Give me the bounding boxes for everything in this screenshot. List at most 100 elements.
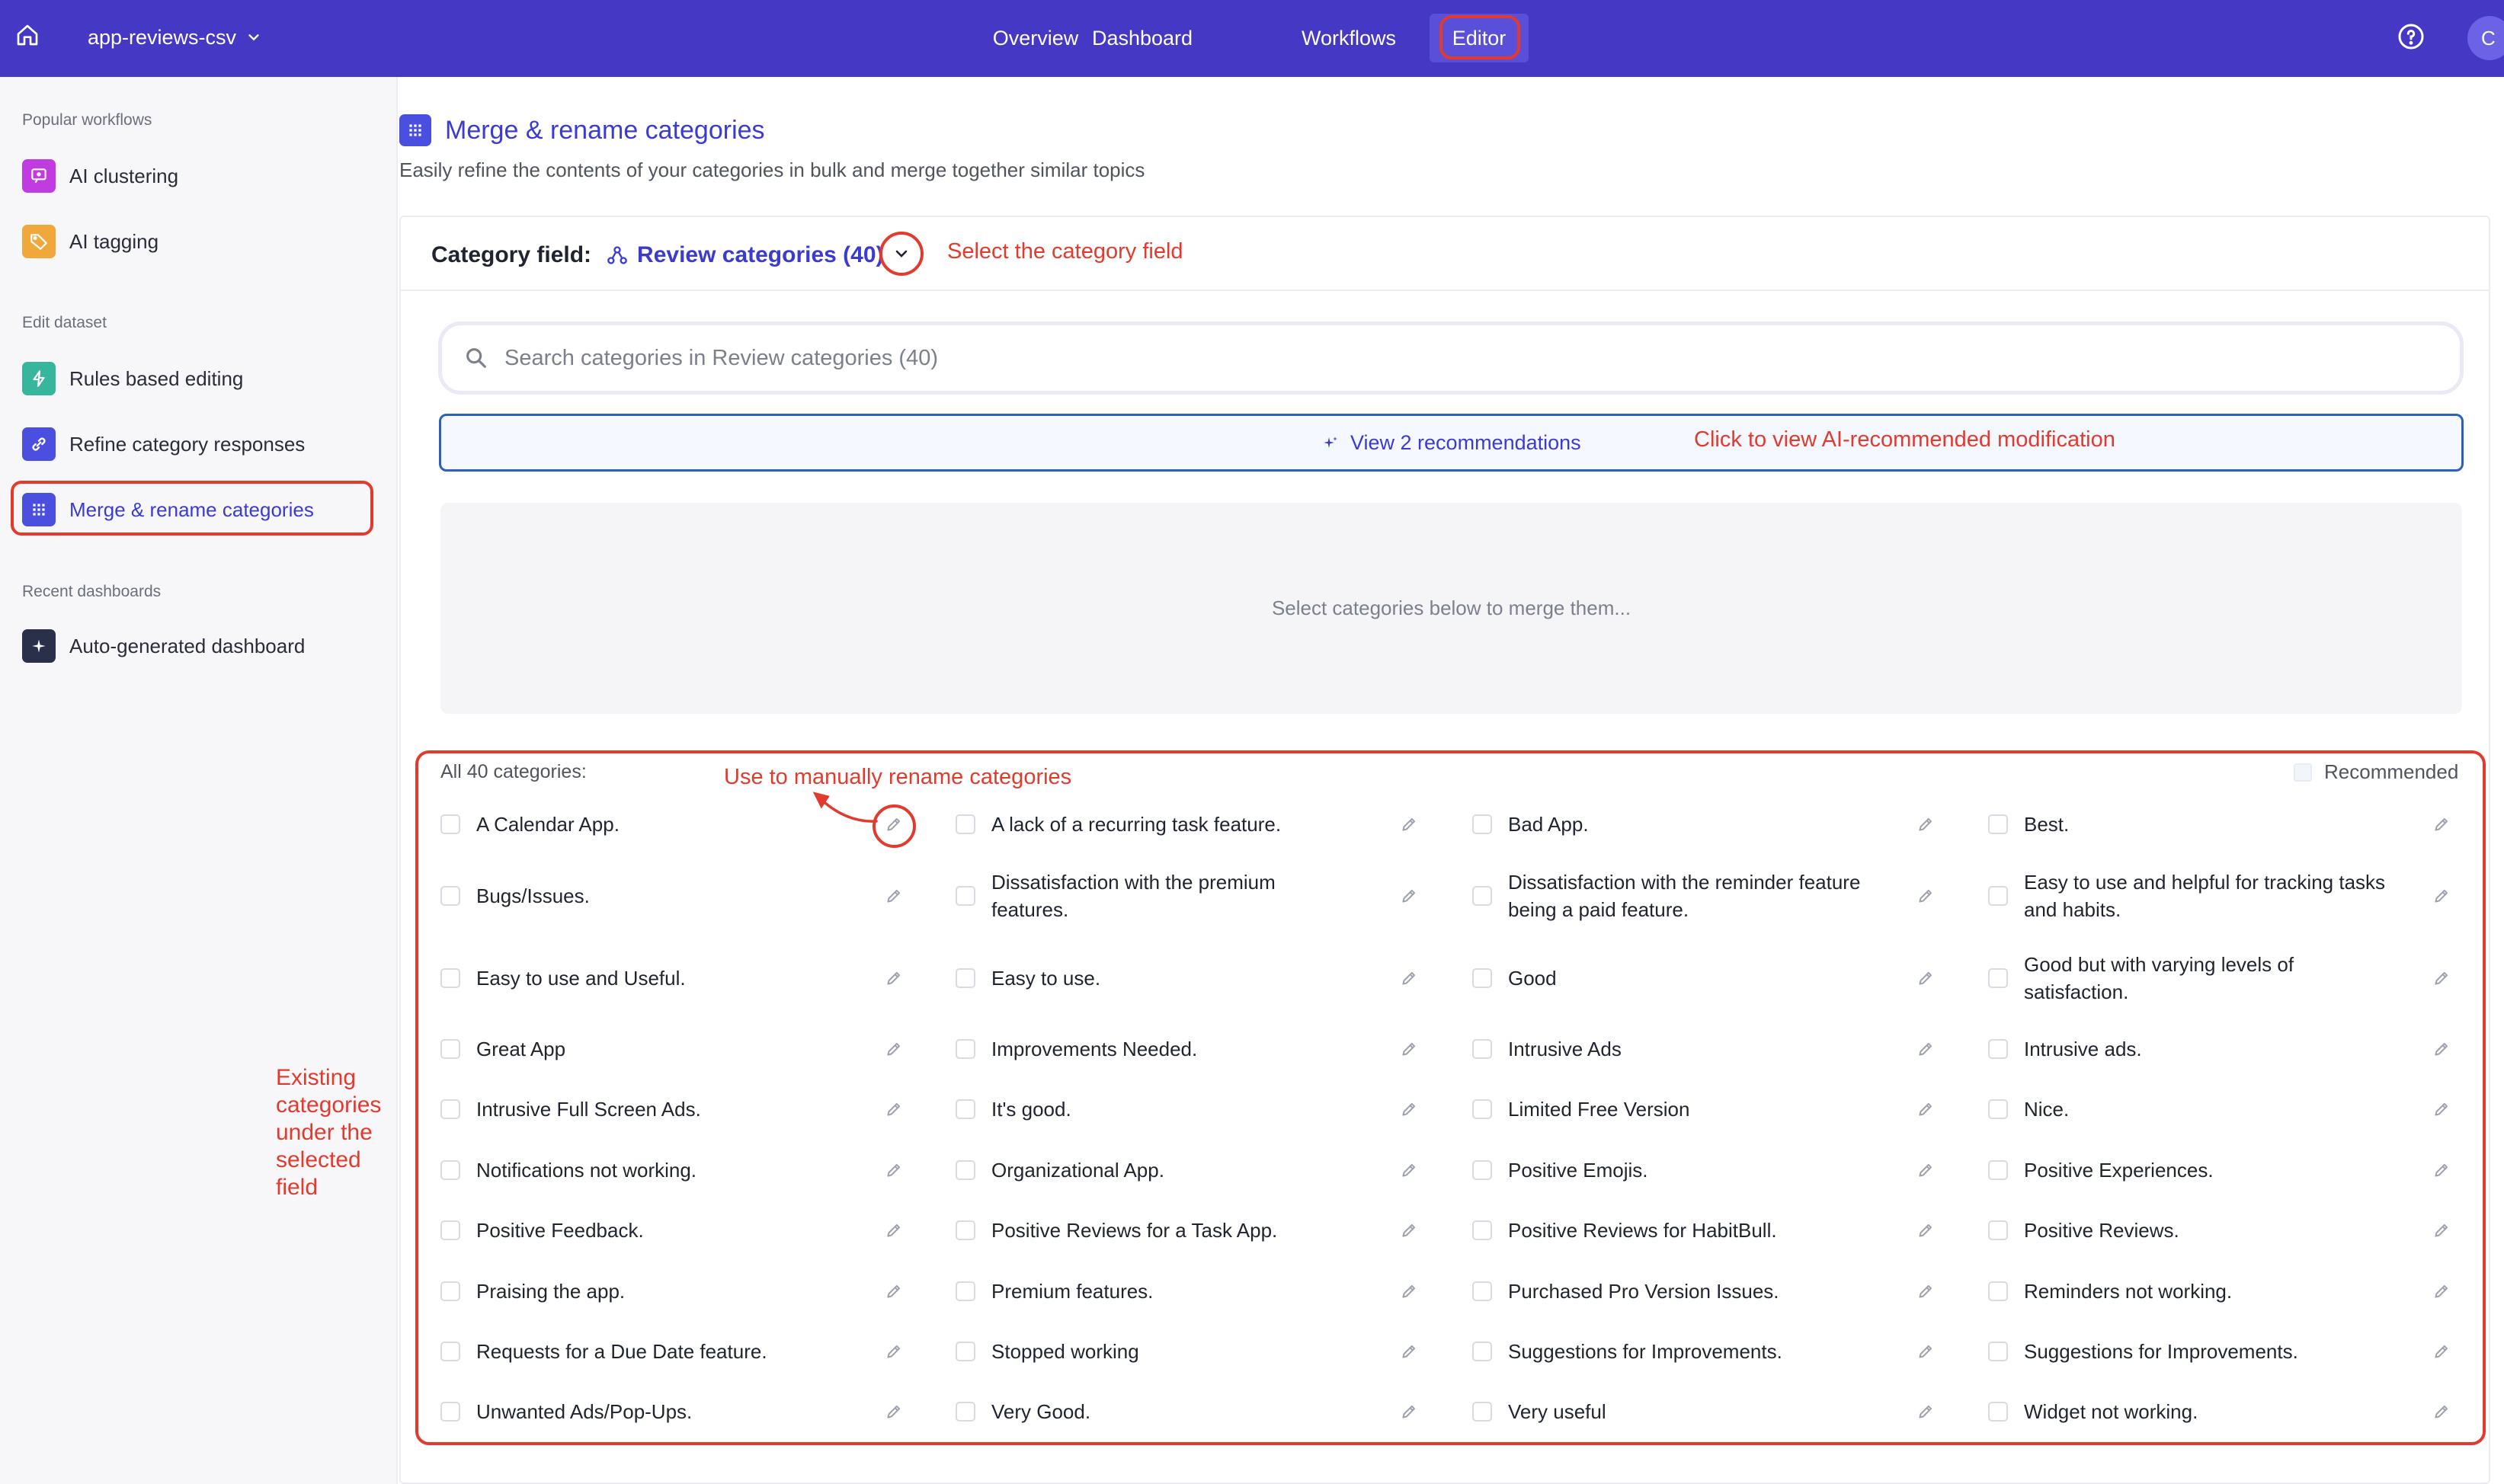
- category-checkbox[interactable]: [1988, 886, 2008, 906]
- pencil-icon[interactable]: [1399, 1342, 1419, 1361]
- pencil-icon[interactable]: [2432, 1342, 2451, 1361]
- category-checkbox[interactable]: [956, 1220, 975, 1240]
- pencil-icon[interactable]: [2432, 814, 2451, 834]
- category-checkbox[interactable]: [1988, 1039, 2008, 1059]
- pencil-icon[interactable]: [2432, 886, 2451, 906]
- pencil-icon[interactable]: [1916, 968, 1936, 988]
- pencil-icon[interactable]: [1399, 814, 1419, 834]
- pencil-icon[interactable]: [1399, 1039, 1419, 1059]
- pencil-icon[interactable]: [2432, 1099, 2451, 1119]
- pencil-icon[interactable]: [1916, 1342, 1936, 1361]
- category-field-value[interactable]: Review categories (40): [637, 242, 883, 268]
- category-checkbox[interactable]: [956, 1281, 975, 1301]
- pencil-icon[interactable]: [1399, 1099, 1419, 1119]
- category-checkbox[interactable]: [1472, 1220, 1492, 1240]
- category-checkbox[interactable]: [440, 1099, 460, 1119]
- category-checkbox[interactable]: [1988, 968, 2008, 988]
- home-icon[interactable]: [15, 23, 40, 47]
- category-checkbox[interactable]: [956, 1402, 975, 1422]
- pencil-icon[interactable]: [1399, 1160, 1419, 1180]
- category-checkbox[interactable]: [440, 1402, 460, 1422]
- category-checkbox[interactable]: [440, 1160, 460, 1180]
- pencil-icon[interactable]: [884, 1039, 904, 1059]
- pencil-icon[interactable]: [884, 1281, 904, 1301]
- category-checkbox[interactable]: [1988, 1099, 2008, 1119]
- category-checkbox[interactable]: [1472, 1281, 1492, 1301]
- pencil-icon[interactable]: [1399, 886, 1419, 906]
- pencil-icon[interactable]: [1399, 1402, 1419, 1422]
- pencil-icon[interactable]: [884, 814, 904, 834]
- tab-editor[interactable]: Editor: [1430, 14, 1529, 62]
- category-checkbox[interactable]: [956, 1160, 975, 1180]
- help-icon[interactable]: [2397, 23, 2425, 50]
- category-checkbox[interactable]: [1472, 814, 1492, 834]
- pencil-icon[interactable]: [884, 1342, 904, 1361]
- category-checkbox[interactable]: [440, 968, 460, 988]
- category-checkbox[interactable]: [1472, 968, 1492, 988]
- category-checkbox[interactable]: [440, 1220, 460, 1240]
- tab-workflows[interactable]: Workflows: [1288, 14, 1410, 62]
- category-checkbox[interactable]: [1472, 1402, 1492, 1422]
- search-input[interactable]: [504, 345, 2333, 371]
- pencil-icon[interactable]: [1916, 1099, 1936, 1119]
- pencil-icon[interactable]: [884, 886, 904, 906]
- pencil-icon[interactable]: [2432, 1220, 2451, 1240]
- category-checkbox[interactable]: [440, 1039, 460, 1059]
- category-checkbox[interactable]: [440, 886, 460, 906]
- category-checkbox[interactable]: [956, 1099, 975, 1119]
- pencil-icon[interactable]: [884, 1160, 904, 1180]
- category-field-dropdown-button[interactable]: [879, 232, 924, 276]
- category-checkbox[interactable]: [956, 1342, 975, 1361]
- dataset-switcher[interactable]: app-reviews-csv: [88, 22, 262, 53]
- category-checkbox[interactable]: [1472, 886, 1492, 906]
- category-checkbox[interactable]: [1472, 1039, 1492, 1059]
- sidebar-item-refine-category-responses[interactable]: Refine category responses: [11, 420, 373, 469]
- tab-overview[interactable]: Overview: [986, 14, 1085, 62]
- category-checkbox[interactable]: [1472, 1342, 1492, 1361]
- category-checkbox[interactable]: [1472, 1160, 1492, 1180]
- search-box[interactable]: [438, 321, 2464, 395]
- user-avatar[interactable]: C: [2467, 16, 2504, 60]
- pencil-icon[interactable]: [2432, 1160, 2451, 1180]
- pencil-icon[interactable]: [1916, 1402, 1936, 1422]
- pencil-icon[interactable]: [2432, 1281, 2451, 1301]
- pencil-icon[interactable]: [1399, 968, 1419, 988]
- view-recommendations-button[interactable]: View 2 recommendations: [439, 414, 2464, 472]
- pencil-icon[interactable]: [1399, 1281, 1419, 1301]
- sidebar-item-merge-rename-categories[interactable]: Merge & rename categories: [11, 485, 373, 534]
- recommended-filter[interactable]: Recommended: [2294, 760, 2458, 784]
- pencil-icon[interactable]: [884, 1402, 904, 1422]
- category-checkbox[interactable]: [1988, 814, 2008, 834]
- pencil-icon[interactable]: [1916, 1160, 1936, 1180]
- category-checkbox[interactable]: [1988, 1402, 2008, 1422]
- category-checkbox[interactable]: [956, 968, 975, 988]
- sidebar-item-rules-based-editing[interactable]: Rules based editing: [11, 354, 373, 403]
- sidebar-item-ai-clustering[interactable]: AI clustering: [11, 152, 373, 200]
- pencil-icon[interactable]: [1916, 1220, 1936, 1240]
- category-checkbox[interactable]: [440, 1342, 460, 1361]
- category-checkbox[interactable]: [1988, 1160, 2008, 1180]
- sidebar-item-ai-tagging[interactable]: AI tagging: [11, 217, 373, 266]
- category-checkbox[interactable]: [1988, 1220, 2008, 1240]
- pencil-icon[interactable]: [2432, 1402, 2451, 1422]
- pencil-icon[interactable]: [1916, 814, 1936, 834]
- pencil-icon[interactable]: [1916, 1281, 1936, 1301]
- pencil-icon[interactable]: [884, 1099, 904, 1119]
- pencil-icon[interactable]: [1916, 1039, 1936, 1059]
- pencil-icon[interactable]: [884, 1220, 904, 1240]
- recommended-checkbox[interactable]: [2294, 763, 2312, 782]
- category-checkbox[interactable]: [1988, 1342, 2008, 1361]
- category-checkbox[interactable]: [956, 814, 975, 834]
- pencil-icon[interactable]: [2432, 968, 2451, 988]
- sidebar-item-auto-generated-dashboard[interactable]: Auto-generated dashboard: [11, 622, 373, 670]
- category-checkbox[interactable]: [440, 1281, 460, 1301]
- pencil-icon[interactable]: [2432, 1039, 2451, 1059]
- pencil-icon[interactable]: [1916, 886, 1936, 906]
- category-checkbox[interactable]: [956, 886, 975, 906]
- pencil-icon[interactable]: [1399, 1220, 1419, 1240]
- tab-dashboard[interactable]: Dashboard: [1084, 14, 1201, 62]
- category-checkbox[interactable]: [1988, 1281, 2008, 1301]
- category-checkbox[interactable]: [956, 1039, 975, 1059]
- pencil-icon[interactable]: [884, 968, 904, 988]
- category-checkbox[interactable]: [440, 814, 460, 834]
